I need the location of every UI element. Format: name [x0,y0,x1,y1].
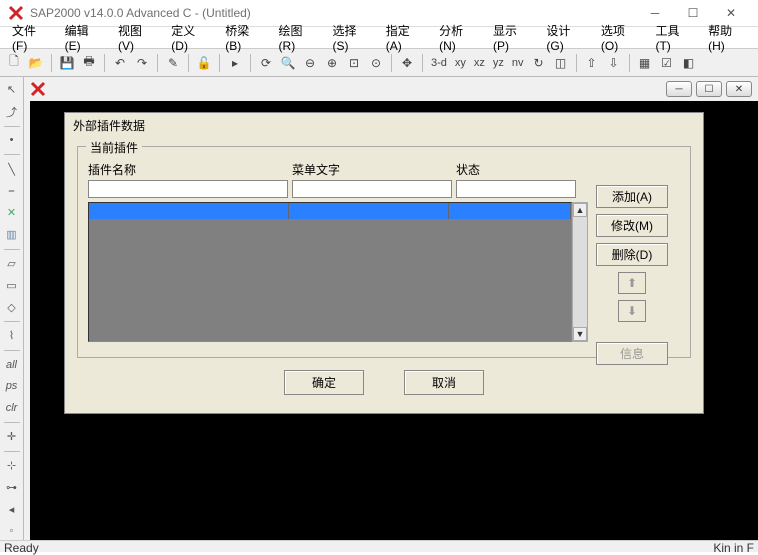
grid-selected-row[interactable] [89,203,571,219]
misc-icon[interactable]: ◧ [679,53,699,73]
status-right: Kin in F [713,541,754,552]
dialog-title: 外部插件数据 [65,113,703,138]
info-button[interactable]: 信息 [596,342,668,365]
menu-display[interactable]: 显示(P) [485,20,538,55]
side-toolbar: ↖ ⤴ • ╲ ⎯ ✕ ▥ ▱ ▭ ◇ ⌇ all ps clr ✛ ⊹ ⊶ ◂… [0,77,24,540]
menu-help[interactable]: 帮助(H) [700,20,754,55]
window-title: SAP2000 v14.0.0 Advanced C - (Untitled) [30,6,636,20]
snap-end-icon[interactable]: ◂ [2,500,22,518]
view-xy-button[interactable]: xy [452,57,469,69]
view-nv-button[interactable]: nv [509,57,527,69]
snap-mid-icon[interactable]: ⊶ [2,479,22,497]
grid-scrollbar[interactable]: ▲ ▼ [572,202,588,342]
lock-icon[interactable]: 🔓 [194,53,214,73]
zoom-in-icon[interactable]: ⊕ [322,53,342,73]
menu-bridge[interactable]: 桥梁(B) [217,20,270,55]
link-icon[interactable]: ⌇ [2,327,22,345]
rotate-icon[interactable]: ↻ [529,53,549,73]
up-arrow-icon[interactable]: ⇧ [582,53,602,73]
add-button[interactable]: 添加(A) [596,185,668,208]
subwindow-titlebar: ─ ☐ ✕ [30,77,758,101]
sub-close-button[interactable]: ✕ [726,81,752,97]
quick-area-icon[interactable]: ◇ [2,298,22,316]
col-header-name: 插件名称 [88,161,288,178]
redo-icon[interactable]: ↷ [132,53,152,73]
cancel-button[interactable]: 取消 [404,370,484,395]
zoom-prev-icon[interactable]: ⊙ [366,53,386,73]
rect-area-icon[interactable]: ▭ [2,276,22,294]
pan-icon[interactable]: ✥ [397,53,417,73]
subwindow-icon [30,81,46,97]
menu-edit[interactable]: 编辑(E) [57,20,110,55]
menu-text-input[interactable] [292,180,452,198]
scroll-down-icon[interactable]: ▼ [573,327,587,341]
pointer-icon[interactable]: ✎ [163,53,183,73]
modify-button[interactable]: 修改(M) [596,214,668,237]
down-arrow-icon[interactable]: ⇩ [604,53,624,73]
snap-point-icon[interactable]: ⊹ [2,457,22,475]
plugin-dialog: 外部插件数据 当前插件 插件名称 菜单文字 状态 [64,112,704,414]
move-up-button[interactable]: ⬆ [618,272,646,294]
reshape-icon[interactable]: ⤴ [2,103,22,121]
brace-icon[interactable]: ✕ [2,204,22,222]
col-header-menu: 菜单文字 [292,161,452,178]
menubar: 文件(F) 编辑(E) 视图(V) 定义(D) 桥梁(B) 绘图(R) 选择(S… [0,27,758,49]
secondary-beam-icon[interactable]: ▥ [2,226,22,244]
status-input[interactable] [456,180,576,198]
undo-icon[interactable]: ↶ [110,53,130,73]
menu-file[interactable]: 文件(F) [4,20,57,55]
delete-button[interactable]: 删除(D) [596,243,668,266]
menu-assign[interactable]: 指定(A) [378,20,431,55]
refresh-icon[interactable]: ⟳ [256,53,276,73]
status-bar: Ready Kin in F [0,540,758,552]
ps-label-icon[interactable]: ps [2,377,22,395]
group-title: 当前插件 [86,139,142,156]
menu-draw[interactable]: 绘图(R) [271,20,325,55]
plugin-name-input[interactable] [88,180,288,198]
line-icon[interactable]: ╲ [2,160,22,178]
app-icon [8,5,24,21]
point-icon[interactable]: • [2,132,22,150]
area-icon[interactable]: ▱ [2,255,22,273]
col-header-status: 状态 [456,161,576,178]
zoom-icon[interactable]: 🔍 [278,53,298,73]
element-icon[interactable]: ▦ [635,53,655,73]
run-icon[interactable]: ▸ [225,53,245,73]
menu-options[interactable]: 选项(O) [593,20,648,55]
ok-button[interactable]: 确定 [284,370,364,395]
snap-icon[interactable]: ✛ [2,428,22,446]
view-yz-button[interactable]: yz [490,57,507,69]
open-icon[interactable]: 📂 [26,53,46,73]
snap-int-icon[interactable]: ◦ [2,522,22,540]
view-3d-button[interactable]: 3-d [428,57,450,69]
zoom-out-icon[interactable]: ⊖ [300,53,320,73]
arrow-select-icon[interactable]: ↖ [2,81,22,99]
save-icon[interactable]: 💾 [57,53,77,73]
menu-design[interactable]: 设计(G) [538,20,593,55]
toggle-icon[interactable]: ☑ [657,53,677,73]
sub-minimize-button[interactable]: ─ [666,81,692,97]
menu-define[interactable]: 定义(D) [163,20,217,55]
sub-maximize-button[interactable]: ☐ [696,81,722,97]
new-icon[interactable]: 🗋 [4,53,24,73]
all-label-icon[interactable]: all [2,356,22,374]
menu-tools[interactable]: 工具(T) [647,20,700,55]
menu-select[interactable]: 选择(S) [324,20,377,55]
scroll-up-icon[interactable]: ▲ [573,203,587,217]
current-plugins-group: 当前插件 插件名称 菜单文字 状态 [77,146,691,358]
move-down-button[interactable]: ⬇ [618,300,646,322]
clr-label-icon[interactable]: clr [2,399,22,417]
menu-analyze[interactable]: 分析(N) [431,20,485,55]
print-icon[interactable]: 🖶 [79,53,99,73]
menu-view[interactable]: 视图(V) [110,20,163,55]
main-toolbar: 🗋 📂 💾 🖶 ↶ ↷ ✎ 🔓 ▸ ⟳ 🔍 ⊖ ⊕ ⊡ ⊙ ✥ 3-d xy x… [0,49,758,77]
status-left: Ready [4,541,39,552]
zoom-fit-icon[interactable]: ⊡ [344,53,364,73]
quick-line-icon[interactable]: ⎯ [2,182,22,200]
view-xz-button[interactable]: xz [471,57,488,69]
perspective-icon[interactable]: ◫ [551,53,571,73]
plugin-grid[interactable] [88,202,572,342]
